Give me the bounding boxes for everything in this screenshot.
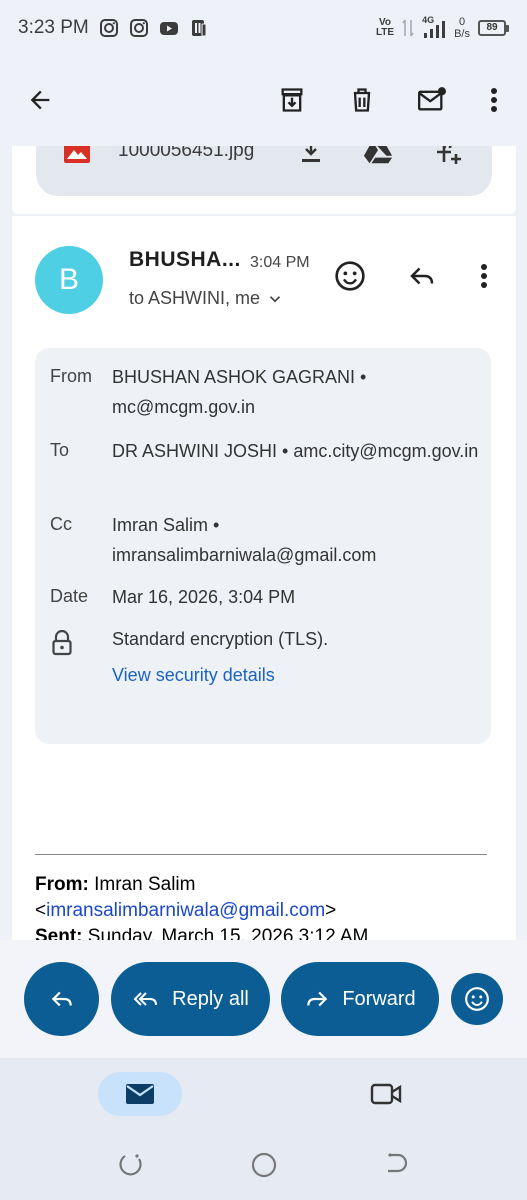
image-icon: [62, 146, 92, 166]
message-time: 3:04 PM: [250, 254, 310, 271]
recipients-toggle[interactable]: to ASHWINI, me: [129, 288, 284, 309]
to-label: To: [50, 440, 70, 460]
more-vert-icon: [481, 264, 487, 288]
recipients-text: to ASHWINI, me: [129, 288, 261, 308]
status-bar: 3:23 PM Vo LTE 4G 0 B/s 89: [0, 0, 527, 56]
attachment-filename: 1000056451.jpg: [118, 146, 255, 161]
back-button[interactable]: [16, 76, 64, 124]
quoted-header: From: Imran Salim <imransalimbarniwala@g…: [35, 872, 495, 940]
forward-label: Forward: [342, 987, 416, 1010]
quoted-email-link[interactable]: imransalimbarniwala@gmail.com: [46, 900, 325, 921]
notification-icons: [99, 18, 209, 38]
smiley-icon: [465, 987, 489, 1011]
recent-apps-icon: [119, 1154, 142, 1176]
signal-icon: 4G: [422, 15, 446, 39]
cc-value[interactable]: Imran Salim • imransalimbarniwala@gmail.…: [112, 510, 482, 570]
net-speed: 0 B/s: [454, 16, 470, 40]
back-arrow-icon: [30, 90, 50, 110]
video-camera-icon: [370, 1083, 402, 1105]
home-icon: [251, 1152, 277, 1178]
battery-icon: 89: [478, 20, 509, 36]
from-value[interactable]: BHUSHAN ASHOK GAGRANI • mc@mcgm.gov.in: [112, 362, 482, 422]
smiley-icon: [335, 261, 365, 291]
to-value[interactable]: DR ASHWINI JOSHI • amc.city@mcgm.gov.in: [112, 436, 482, 466]
delete-icon: [353, 88, 371, 112]
reply-action-button[interactable]: [24, 962, 99, 1036]
reply-icon: [410, 267, 434, 285]
download-icon[interactable]: [296, 146, 326, 166]
quoted-from-name: Imran Salim: [94, 874, 196, 895]
home-button[interactable]: [247, 1148, 281, 1182]
quoted-from-label: From:: [35, 874, 89, 895]
nav-mail-tab[interactable]: [98, 1072, 182, 1116]
instagram-icon: [99, 19, 118, 37]
back-nav-button[interactable]: [379, 1148, 413, 1182]
message-card: B BHUSHA... 3:04 PM to ASHWINI, me From …: [12, 216, 516, 940]
more-options-button[interactable]: [470, 76, 518, 124]
net-speed-unit: B/s: [454, 28, 470, 40]
forward-button[interactable]: Forward: [281, 962, 439, 1036]
drive-icon[interactable]: [363, 146, 393, 166]
toolbar: [0, 62, 527, 138]
reply-icon: [51, 991, 72, 1007]
net-speed-value: 0: [458, 16, 466, 28]
battery-level: 89: [478, 20, 506, 36]
volte-bottom: LTE: [375, 27, 395, 38]
quoted-sent: Sent: Sunday, March 15, 2026 3:12 AM: [35, 924, 495, 940]
archive-icon: [281, 88, 303, 112]
mark-unread-icon: [418, 87, 446, 111]
date-value: Mar 16, 2026, 3:04 PM: [112, 587, 296, 607]
sender-name[interactable]: BHUSHA...: [129, 248, 241, 272]
from-label: From: [50, 366, 92, 386]
add-to-photos-icon[interactable]: [434, 146, 464, 166]
instagram-icon: [129, 19, 148, 37]
nav-meet-tab[interactable]: [362, 1072, 410, 1116]
reply-button[interactable]: [402, 256, 442, 296]
emoji-react-button[interactable]: [330, 256, 370, 296]
mail-icon: [126, 1084, 154, 1104]
avatar-letter: B: [58, 263, 79, 296]
quoted-sent-value: Sunday, March 15, 2026 3:12 AM: [87, 926, 369, 940]
reply-all-icon: [133, 992, 158, 1006]
divider: [35, 854, 487, 855]
emoji-action-button[interactable]: [451, 973, 503, 1025]
avatar[interactable]: B: [35, 246, 103, 314]
forward-icon: [307, 991, 328, 1007]
system-status: Vo LTE 4G 0 B/s 89: [376, 15, 509, 40]
date-label: Date: [50, 586, 89, 606]
back-gesture-icon: [388, 1153, 408, 1173]
view-security-details-link[interactable]: View security details: [112, 660, 482, 690]
message-content[interactable]: 1000056451.jpg B BHUSHA... 3:04 PM to AS…: [0, 146, 527, 940]
volte-indicator: Vo LTE: [376, 18, 394, 38]
mark-unread-button[interactable]: [408, 76, 456, 124]
reply-all-label: Reply all: [172, 987, 249, 1010]
attachment-chip[interactable]: 1000056451.jpg: [36, 146, 492, 196]
quoted-sent-label: Sent:: [35, 926, 83, 940]
app-notification-icon: [191, 20, 207, 37]
archive-button[interactable]: [268, 76, 316, 124]
quoted-email-line: <imransalimbarniwala@gmail.com>: [35, 898, 495, 924]
recent-apps-button[interactable]: [114, 1148, 148, 1182]
status-time: 3:23 PM: [18, 17, 89, 38]
quoted-email-close: >: [325, 900, 337, 921]
delete-button[interactable]: [338, 76, 386, 124]
message-details-panel: From BHUSHAN ASHOK GAGRANI • mc@mcgm.gov…: [35, 348, 491, 744]
youtube-icon: [159, 22, 178, 35]
cc-label: Cc: [50, 514, 72, 534]
message-more-button[interactable]: [464, 256, 504, 296]
quoted-email-open: <: [35, 900, 47, 921]
quoted-from: From: Imran Salim: [35, 872, 495, 898]
action-bar: Reply all Forward: [0, 940, 527, 1058]
encryption-text: Standard encryption (TLS).: [112, 629, 329, 649]
data-arrows-icon: [402, 19, 414, 37]
reply-all-button[interactable]: Reply all: [111, 962, 270, 1036]
chevron-down-icon: [269, 295, 281, 302]
more-vert-icon: [491, 88, 497, 112]
lock-icon: [51, 629, 73, 661]
